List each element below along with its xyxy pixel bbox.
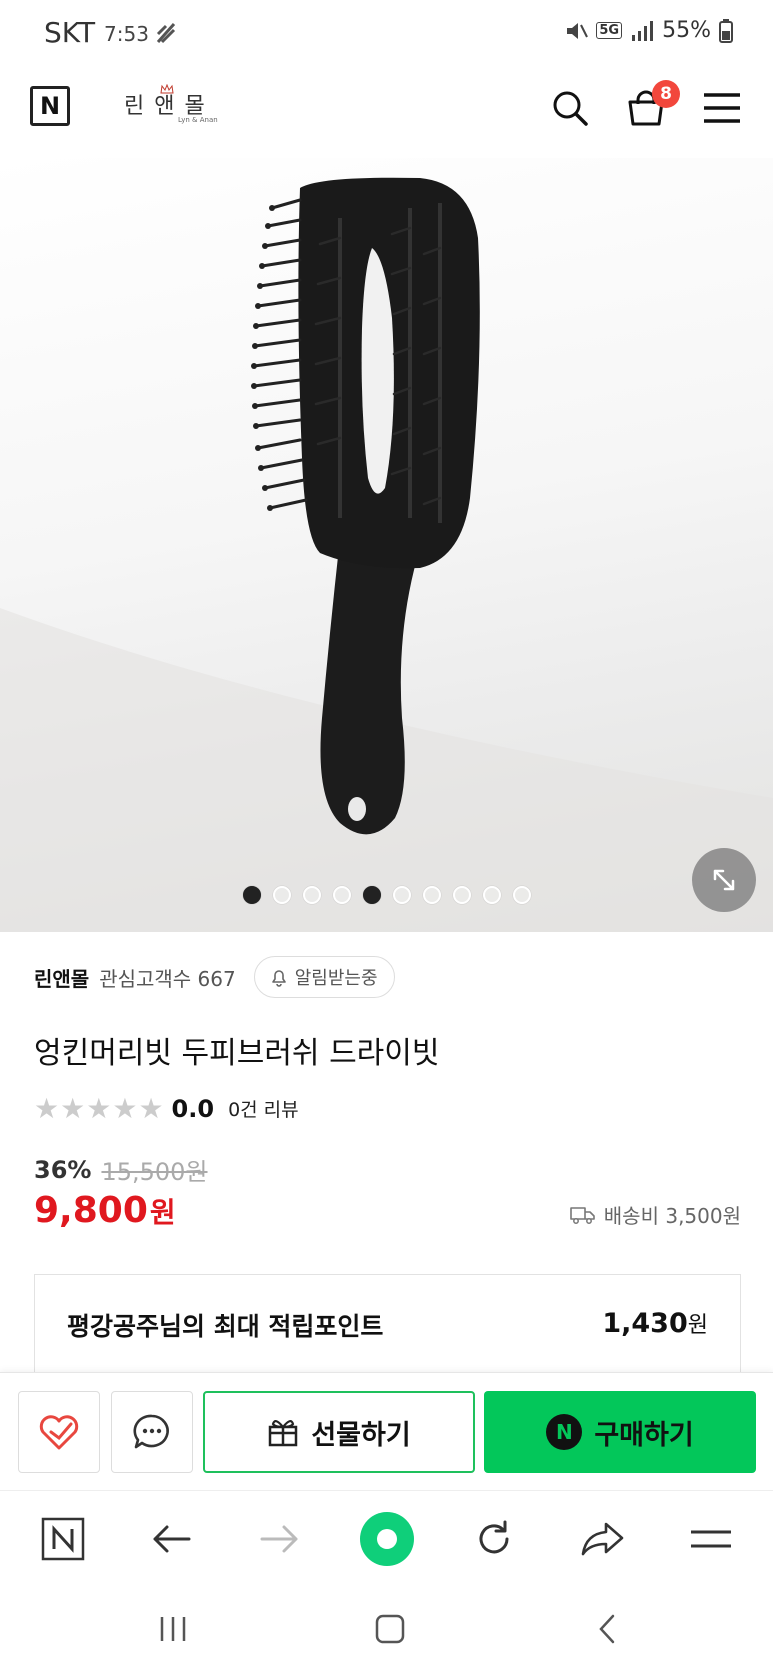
store-header: N 린앤몰 Lyn & Anan 8 bbox=[0, 66, 773, 158]
delivery-truck-icon bbox=[569, 1206, 595, 1224]
status-bar: SKT 7:53 5G 55% bbox=[0, 0, 773, 66]
search-icon bbox=[553, 91, 588, 126]
shipping-fee: 배송비 3,500원 bbox=[569, 1200, 741, 1229]
rating-stars: ★ ★ ★ ★ ★ bbox=[34, 1092, 164, 1125]
star-icon: ★ bbox=[112, 1092, 138, 1125]
price-value: 9,800 bbox=[34, 1190, 148, 1231]
gift-button[interactable]: 선물하기 bbox=[203, 1391, 475, 1473]
naver-pay-n-icon: N bbox=[546, 1414, 583, 1450]
buy-button[interactable]: N 구매하기 bbox=[484, 1391, 756, 1473]
review-count-link[interactable]: 0건 리뷰 bbox=[228, 1095, 299, 1122]
share-arrow-icon bbox=[581, 1522, 624, 1556]
gallery-dot[interactable] bbox=[513, 886, 531, 904]
gallery-dot[interactable] bbox=[273, 886, 291, 904]
search-button[interactable] bbox=[546, 84, 594, 132]
refresh-icon bbox=[479, 1520, 509, 1554]
hamburger-icon bbox=[704, 93, 740, 123]
store-name-link[interactable]: 린앤몰 bbox=[34, 963, 89, 992]
price-unit: 원 bbox=[149, 1196, 176, 1229]
star-icon: ★ bbox=[60, 1092, 86, 1125]
gift-icon bbox=[269, 1420, 298, 1447]
product-title: 엉킨머리빗 두피브러쉬 드라이빗 bbox=[34, 1036, 440, 1071]
vpn-icon bbox=[156, 23, 176, 44]
recent-apps-icon bbox=[160, 1617, 186, 1641]
points-value: 1,430원 bbox=[602, 1307, 708, 1339]
expand-icon bbox=[713, 869, 735, 891]
refresh-button[interactable] bbox=[466, 1511, 522, 1567]
sale-price: 9,800 원 bbox=[34, 1190, 176, 1231]
recent-apps-button[interactable] bbox=[148, 1604, 198, 1654]
crown-icon bbox=[160, 84, 174, 94]
product-photo-hairbrush bbox=[0, 177, 773, 932]
browser-menu-button[interactable] bbox=[683, 1511, 739, 1567]
naver-n-icon bbox=[41, 1517, 85, 1561]
gallery-pagination bbox=[243, 886, 531, 904]
notification-label: 알림받는중 bbox=[294, 968, 378, 989]
gallery-dot[interactable] bbox=[243, 886, 261, 904]
star-icon: ★ bbox=[138, 1092, 164, 1125]
carrier-label: SKT bbox=[44, 16, 96, 49]
gallery-dot[interactable] bbox=[393, 886, 411, 904]
gallery-dot[interactable] bbox=[483, 886, 501, 904]
points-amount: 1,430 bbox=[602, 1308, 688, 1339]
menu-lines-icon bbox=[691, 1530, 731, 1548]
shipping-label: 배송비 3,500원 bbox=[603, 1204, 741, 1228]
arrow-left-icon bbox=[153, 1525, 191, 1553]
favorite-count: 관심고객수 667 bbox=[99, 966, 236, 991]
bell-icon bbox=[271, 970, 286, 987]
product-image-gallery[interactable] bbox=[0, 158, 773, 932]
signal-icon bbox=[632, 20, 654, 41]
star-icon: ★ bbox=[34, 1092, 60, 1125]
system-back-button[interactable] bbox=[582, 1604, 632, 1654]
network-type: 5G bbox=[596, 22, 623, 39]
share-button[interactable] bbox=[574, 1511, 630, 1567]
discount-row: 36% 15,500원 bbox=[34, 1152, 208, 1187]
home-button[interactable] bbox=[365, 1604, 415, 1654]
back-button[interactable] bbox=[143, 1511, 199, 1567]
gallery-dot[interactable] bbox=[453, 886, 471, 904]
gallery-dot[interactable] bbox=[333, 886, 351, 904]
arrow-right-icon bbox=[260, 1525, 298, 1553]
gift-label: 선물하기 bbox=[311, 1419, 411, 1451]
rating-value: 0.0 bbox=[171, 1094, 215, 1123]
naver-n-logo[interactable]: N bbox=[30, 86, 70, 126]
naver-home-button[interactable] bbox=[35, 1511, 91, 1567]
menu-button[interactable] bbox=[698, 84, 746, 132]
max-points-box[interactable]: 평강공주님의 최대 적립포인트 1,430원 bbox=[34, 1274, 741, 1384]
green-dot-button[interactable] bbox=[359, 1511, 415, 1567]
green-dot-icon bbox=[360, 1512, 414, 1566]
chat-bubble-icon bbox=[133, 1414, 169, 1449]
notification-toggle-button[interactable]: 알림받는중 bbox=[253, 956, 395, 998]
star-icon: ★ bbox=[86, 1092, 112, 1125]
battery-percent: 55% bbox=[662, 18, 711, 43]
home-square-icon bbox=[375, 1614, 405, 1644]
chevron-left-icon bbox=[599, 1614, 615, 1644]
discount-rate: 36% bbox=[34, 1155, 92, 1184]
points-unit: 원 bbox=[687, 1313, 708, 1338]
clock: 7:53 bbox=[104, 22, 149, 46]
original-price: 15,500원 bbox=[101, 1158, 208, 1186]
heart-check-icon bbox=[39, 1415, 79, 1450]
status-icons: 5G 55% bbox=[564, 18, 733, 43]
talk-talk-button[interactable] bbox=[111, 1391, 193, 1473]
gallery-dot[interactable] bbox=[423, 886, 441, 904]
rating-row[interactable]: ★ ★ ★ ★ ★ 0.0 0건 리뷰 bbox=[34, 1092, 299, 1125]
wishlist-button[interactable] bbox=[18, 1391, 100, 1473]
points-label: 평강공주님의 최대 적립포인트 bbox=[67, 1312, 384, 1341]
browser-toolbar bbox=[0, 1490, 773, 1586]
mute-icon bbox=[567, 22, 589, 39]
buy-label: 구매하기 bbox=[594, 1419, 694, 1451]
expand-image-button[interactable] bbox=[692, 848, 756, 912]
store-info-row: 린앤몰 관심고객수 667 알림받는중 bbox=[34, 956, 395, 998]
battery-icon bbox=[719, 18, 733, 43]
purchase-action-bar: 선물하기 N 구매하기 bbox=[0, 1372, 773, 1490]
cart-count-badge: 8 bbox=[652, 80, 680, 108]
store-logo-subtitle: Lyn & Anan bbox=[178, 116, 218, 124]
gallery-dot-current[interactable] bbox=[363, 886, 381, 904]
gallery-dot[interactable] bbox=[303, 886, 321, 904]
forward-button[interactable] bbox=[252, 1511, 308, 1567]
android-navigation-bar bbox=[0, 1586, 773, 1675]
